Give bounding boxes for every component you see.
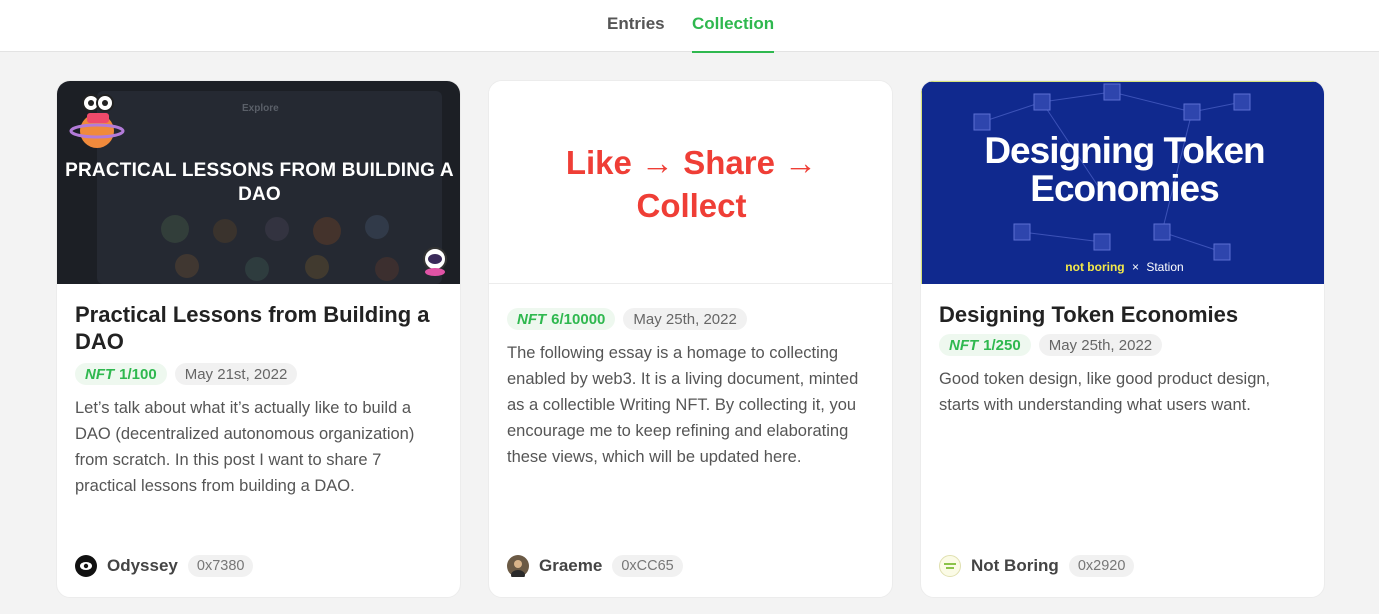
cover-faint-label: Explore bbox=[242, 103, 279, 114]
nft-label: NFT bbox=[85, 365, 115, 383]
astronaut-mascot-icon bbox=[69, 94, 125, 148]
station-logo: Station bbox=[1146, 260, 1184, 274]
cover-title: Designing Token Economies bbox=[984, 130, 1265, 209]
not-boring-avatar-icon[interactable] bbox=[939, 555, 961, 577]
cover-title: Like → Share → Collect bbox=[565, 144, 818, 224]
collection-card[interactable]: Like → Share → Collect NFT 6/10000 May 2… bbox=[488, 80, 893, 598]
nft-edition: 6/10000 bbox=[551, 310, 606, 328]
odyssey-avatar-icon[interactable] bbox=[75, 555, 97, 577]
nft-label: NFT bbox=[517, 310, 547, 328]
author-name[interactable]: Graeme bbox=[539, 556, 602, 576]
cover-times: × bbox=[1131, 260, 1139, 274]
tab-entries[interactable]: Entries bbox=[607, 14, 665, 52]
nft-edition: 1/250 bbox=[983, 336, 1021, 354]
not-boring-logo: not boring bbox=[1065, 260, 1125, 274]
card-footer: Odyssey 0x7380 bbox=[75, 555, 254, 577]
card-title[interactable]: Designing Token Economies bbox=[939, 301, 1309, 328]
top-nav: Entries Collection bbox=[0, 0, 1379, 53]
card-footer: Not Boring 0x2920 bbox=[939, 555, 1135, 577]
cover-credits: not boring × Station bbox=[922, 260, 1324, 274]
collection-card[interactable]: Designing Token Economies not boring × S… bbox=[920, 80, 1325, 598]
cover-title: PRACTICAL LESSONS FROM BUILDING A DAO bbox=[65, 160, 454, 205]
card-cover-image: Like → Share → Collect bbox=[489, 81, 892, 284]
card-description: The following essay is a homage to colle… bbox=[507, 344, 859, 466]
card-title[interactable]: Practical Lessons from Building a DAO bbox=[75, 301, 445, 355]
wallet-address[interactable]: 0x2920 bbox=[1068, 555, 1135, 577]
date-badge: May 25th, 2022 bbox=[1038, 334, 1163, 356]
text-logo-icon bbox=[944, 563, 956, 569]
tab-collection[interactable]: Collection bbox=[692, 14, 775, 53]
astronaut-small-icon bbox=[423, 247, 447, 276]
wallet-address[interactable]: 0xCC65 bbox=[612, 555, 683, 577]
graeme-avatar-icon[interactable] bbox=[507, 555, 529, 577]
nft-badge: NFT 6/10000 bbox=[507, 308, 616, 330]
person-photo-icon bbox=[511, 560, 525, 577]
card-cover-image: Explore PRACTICAL LESSONS FROM BUILDING … bbox=[57, 81, 460, 284]
nft-badge: NFT 1/250 bbox=[939, 334, 1031, 356]
card-description: Let’s talk about what it’s actually like… bbox=[75, 399, 415, 495]
card-footer: Graeme 0xCC65 bbox=[507, 555, 683, 577]
card-description: Good token design, like good product des… bbox=[939, 370, 1271, 414]
author-name[interactable]: Not Boring bbox=[971, 556, 1059, 576]
collection-card[interactable]: Explore PRACTICAL LESSONS FROM BUILDING … bbox=[56, 80, 461, 598]
eye-logo-icon bbox=[80, 562, 92, 570]
card-cover-image: Designing Token Economies not boring × S… bbox=[921, 81, 1324, 284]
author-name[interactable]: Odyssey bbox=[107, 556, 178, 576]
wallet-address[interactable]: 0x7380 bbox=[187, 555, 254, 577]
date-badge: May 25th, 2022 bbox=[623, 308, 747, 330]
nft-badge: NFT 1/100 bbox=[75, 363, 167, 385]
date-badge: May 21st, 2022 bbox=[174, 363, 298, 385]
nft-label: NFT bbox=[949, 336, 979, 354]
nft-edition: 1/100 bbox=[119, 365, 157, 383]
